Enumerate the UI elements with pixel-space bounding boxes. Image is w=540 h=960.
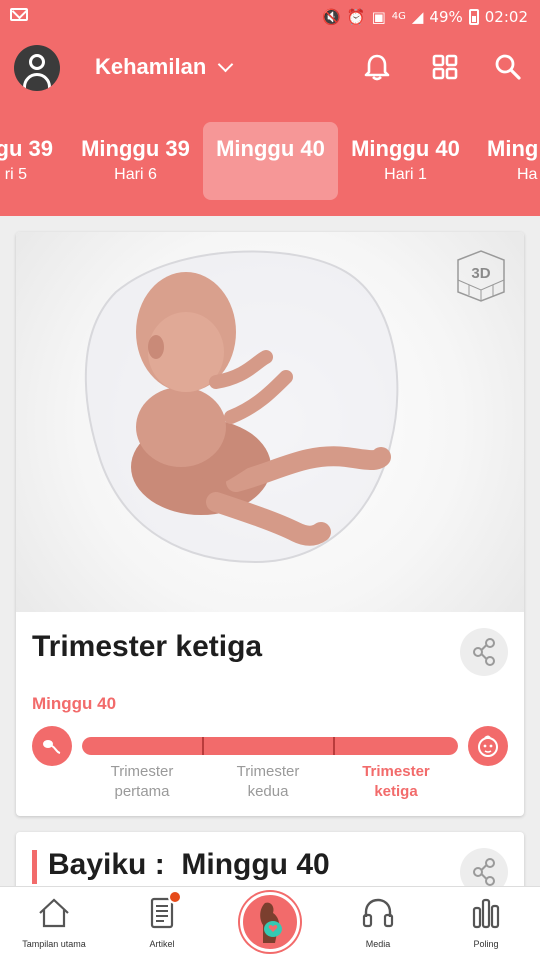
baby-card-title: Bayiku : Minggu 40: [48, 848, 330, 881]
3d-badge-text: 3D: [471, 265, 490, 282]
fetus-illustration: [84, 250, 399, 564]
search-icon[interactable]: [493, 52, 523, 82]
user-icon: [29, 54, 45, 70]
trimester-progress-bar: [82, 737, 458, 755]
sperm-icon: [43, 740, 61, 754]
network-type: 4G: [391, 11, 406, 22]
headphones-icon: [362, 898, 394, 928]
week-tabs: gu 39 ri 5 Minggu 39 Hari 6 Minggu 40 Mi…: [0, 122, 540, 200]
grid-icon[interactable]: [430, 52, 460, 82]
sim-icon: ▣: [371, 8, 386, 26]
article-notification-badge: [168, 890, 182, 904]
trimester-progress-fill: [82, 737, 458, 755]
3d-view-icon[interactable]: 3D: [454, 248, 508, 304]
trimester-label-2: Trimester kedua: [236, 763, 300, 800]
tab-week-39-day-6[interactable]: Minggu 39 Hari 6: [68, 122, 203, 200]
trimester-card: 3D Trimester ketiga Minggu 40 Trimester …: [16, 232, 524, 816]
status-icons: 🔇 ⏰ ▣ 4G ◢ 49% 02:02: [322, 6, 540, 28]
status-bar: 🔇 ⏰ ▣ 4G ◢ 49% 02:02: [0, 0, 540, 34]
share-button[interactable]: [460, 628, 508, 676]
battery-icon: [468, 9, 479, 25]
home-icon: [39, 898, 69, 928]
tab-week-40[interactable]: Minggu 40: [203, 122, 338, 200]
trimester-divider: [202, 737, 204, 755]
nav-articles[interactable]: Artikel: [108, 887, 216, 960]
battery-percent: 49%: [429, 8, 463, 26]
fetus-3d-image[interactable]: 3D: [16, 232, 524, 612]
nav-home-label: Tampilan utama: [22, 939, 86, 949]
nav-media[interactable]: Media: [324, 887, 432, 960]
nav-pregnancy-button[interactable]: [240, 892, 300, 952]
signal-icon: ◢: [411, 8, 424, 26]
clock: 02:02: [484, 8, 528, 26]
nav-media-label: Media: [365, 939, 391, 949]
mail-notification-icon: [10, 8, 28, 21]
current-week-label: Minggu 40: [32, 694, 117, 713]
section-dropdown[interactable]: Kehamilan: [95, 54, 234, 80]
nav-poll[interactable]: Poling: [432, 887, 540, 960]
nav-poll-label: Poling: [473, 939, 499, 949]
bell-icon[interactable]: [362, 52, 392, 82]
tab-week-next[interactable]: Ming Ha: [473, 122, 540, 200]
alarm-icon: ⏰: [346, 8, 366, 26]
tab-week-40-day-1[interactable]: Minggu 40 Hari 1: [338, 122, 473, 200]
nav-articles-label: Artikel: [149, 939, 175, 949]
baby-face-icon: [478, 735, 498, 757]
trimester-divider: [333, 737, 335, 755]
trimester-title: Trimester ketiga: [32, 630, 263, 663]
section-title: Kehamilan: [95, 54, 207, 79]
chevron-down-icon: [217, 56, 234, 72]
trimester-label-3: Trimester ketiga: [362, 763, 430, 800]
tab-week-39-day-5[interactable]: gu 39 ri 5: [0, 122, 67, 200]
poll-icon: [472, 898, 500, 929]
trimester-label-1: Trimester pertama: [110, 763, 174, 800]
accent-bar: [32, 850, 37, 884]
mute-icon: 🔇: [322, 8, 341, 26]
pregnancy-icon: [260, 902, 282, 943]
share-icon: [473, 638, 495, 666]
nav-home[interactable]: Tampilan utama: [0, 887, 108, 960]
app-header: Kehamilan gu 39 ri 5 Minggu 39 Hari 6 Mi…: [0, 34, 540, 216]
start-progress-icon: [32, 726, 72, 766]
profile-avatar[interactable]: [14, 45, 60, 91]
end-progress-icon: [468, 726, 508, 766]
